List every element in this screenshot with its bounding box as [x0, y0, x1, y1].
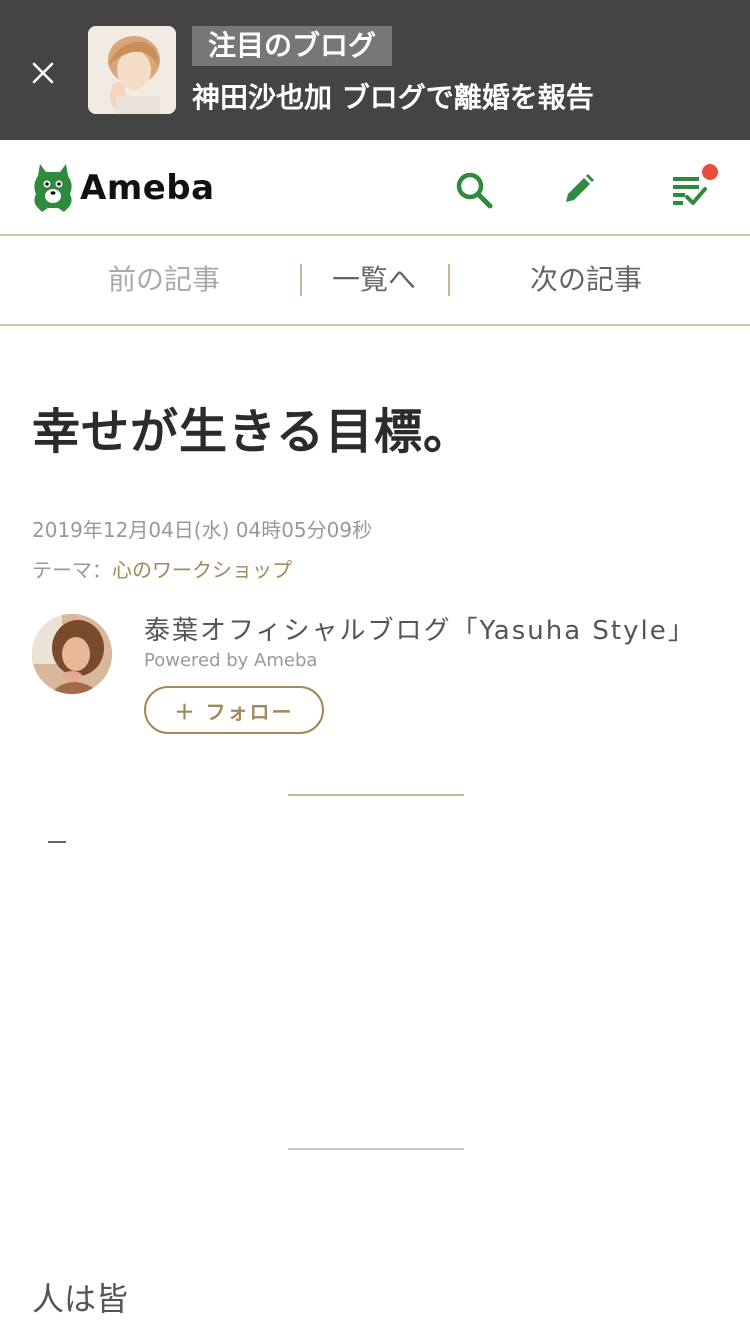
logo-text: Ameba: [80, 168, 215, 208]
article-date: 2019年12月04日(水) 04時05分09秒: [32, 518, 373, 542]
follow-button[interactable]: ＋ フォロー: [144, 686, 324, 734]
search-icon[interactable]: [452, 168, 496, 212]
divider: [288, 1148, 464, 1150]
prev-article-link[interactable]: 前の記事: [108, 260, 220, 300]
author-avatar[interactable]: [32, 614, 112, 694]
powered-by: Powered by Ameba: [144, 650, 318, 671]
pencil-icon[interactable]: [556, 168, 600, 212]
theme-label: テーマ：: [32, 558, 112, 582]
blog-name[interactable]: 泰葉オフィシャルブログ「Yasuha Style」: [144, 610, 696, 647]
featured-tag: 注目のブログ: [192, 26, 393, 66]
banner-thumbnail[interactable]: [88, 26, 176, 114]
close-icon[interactable]: [26, 56, 60, 90]
dash-mark: [48, 841, 66, 843]
app-header: Ameba: [0, 140, 750, 236]
featured-blog-banner[interactable]: 注目のブログ 神田沙也加 ブログで離婚を報告: [0, 0, 750, 140]
banner-headline[interactable]: 神田沙也加 ブログで離婚を報告: [192, 80, 594, 116]
reader-list-icon[interactable]: [668, 164, 718, 212]
article-theme: テーマ：心のワークショップ: [32, 554, 292, 583]
next-article-link[interactable]: 次の記事: [530, 260, 642, 300]
divider: [288, 794, 464, 796]
nav-divider: [448, 264, 450, 296]
article-title: 幸せが生きる目標。: [32, 404, 473, 460]
article-navigation: 前の記事 一覧へ 次の記事: [0, 236, 750, 326]
ameba-logo[interactable]: Ameba: [32, 162, 215, 214]
theme-link[interactable]: 心のワークショップ: [112, 558, 292, 582]
nav-divider: [300, 264, 302, 296]
article-body-text: 人は皆: [32, 1280, 129, 1318]
article-list-link[interactable]: 一覧へ: [332, 260, 416, 300]
ameba-mascot-icon: [34, 164, 72, 212]
notification-dot: [702, 164, 718, 180]
